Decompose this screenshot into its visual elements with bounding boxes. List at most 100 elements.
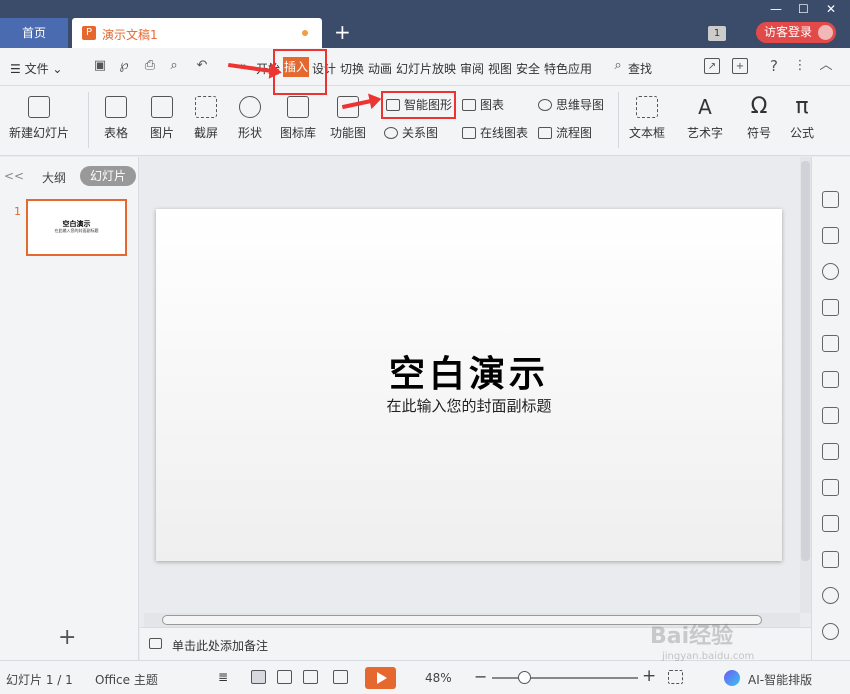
share-icon[interactable] — [822, 407, 839, 424]
symbol-label: 符号 — [746, 126, 771, 140]
picture-label: 图片 — [149, 126, 174, 140]
print-icon[interactable]: ⎙ — [142, 58, 158, 74]
highlight-smart-art — [381, 91, 456, 119]
tab-animation[interactable]: 动画 — [368, 60, 392, 77]
share-icon[interactable]: ↗ — [704, 58, 720, 74]
tab-special[interactable]: 特色应用 — [544, 60, 592, 77]
flow-chart-label: 流程图 — [556, 126, 593, 140]
help-icon[interactable]: ? — [766, 58, 782, 74]
zoom-slider[interactable] — [492, 677, 638, 679]
picture-button[interactable]: 图片 — [142, 96, 182, 141]
slide-sorter-icon[interactable] — [277, 670, 292, 684]
search-icon[interactable]: ⌕ — [610, 58, 626, 74]
history-icon[interactable] — [822, 587, 839, 604]
omega-icon: Ω — [750, 94, 768, 119]
ai-layout-button[interactable]: AI-智能排版 — [748, 671, 812, 688]
online-chart-button[interactable]: 在线图表 — [462, 124, 528, 141]
zoom-level[interactable]: 48% — [425, 671, 452, 685]
tab-document[interactable]: P 演示文稿1 — [72, 18, 322, 48]
outline-tab[interactable]: 大纲 — [42, 169, 66, 186]
more-options-icon[interactable]: ⋮ — [792, 58, 808, 74]
notes-placeholder[interactable]: 单击此处添加备注 — [172, 637, 268, 654]
presenter-icon[interactable] — [333, 670, 348, 684]
guest-login-button[interactable]: 访客登录 — [756, 22, 836, 43]
screenshot-button[interactable]: 截屏 — [186, 96, 226, 141]
play-slideshow-button[interactable] — [365, 667, 396, 689]
add-slide-button[interactable]: + — [58, 625, 76, 650]
text-style-icon[interactable] — [822, 299, 839, 316]
chart-button[interactable]: 图表 — [462, 96, 504, 113]
textbox-button[interactable]: 文本框 — [626, 96, 668, 141]
slide-title[interactable]: 空白演示 — [156, 345, 782, 397]
undo-icon[interactable]: ↶ — [194, 58, 210, 74]
tab-home[interactable]: 首页 — [0, 18, 68, 48]
baidu-watermark-url: jingyan.baidu.com — [662, 651, 755, 662]
table-button[interactable]: 表格 — [96, 96, 136, 141]
function-chart-label: 功能图 — [329, 126, 366, 140]
notes-toggle-icon[interactable]: ≣ — [218, 670, 233, 684]
audio-icon[interactable] — [822, 515, 839, 532]
copy-icon[interactable] — [822, 227, 839, 244]
wordart-label: 艺术字 — [686, 126, 723, 140]
new-tab-button[interactable]: + — [334, 20, 351, 44]
new-slide-button[interactable]: 新建幻灯片 — [6, 96, 72, 141]
relation-chart-button[interactable]: 关系图 — [384, 124, 438, 141]
wordart-button[interactable]: A 艺术字 — [684, 96, 726, 141]
mind-map-button[interactable]: 思维导图 — [538, 96, 604, 113]
presentation-icon: P — [82, 26, 96, 40]
symbol-button[interactable]: Ω 符号 — [740, 96, 778, 141]
zoom-out-button[interactable]: − — [474, 667, 487, 686]
reading-view-icon[interactable] — [303, 670, 318, 684]
file-menu[interactable]: ☰ 文件 ⌄ — [10, 60, 62, 77]
new-slide-icon — [28, 96, 50, 118]
baidu-watermark: Bai经验 — [650, 624, 734, 649]
collapse-panel-icon[interactable]: << — [4, 169, 24, 183]
vertical-scroll-thumb[interactable] — [801, 161, 810, 561]
tab-transition[interactable]: 切换 — [340, 60, 364, 77]
close-button[interactable]: ✕ — [826, 2, 836, 16]
add-comment-icon[interactable]: + — [732, 58, 748, 74]
shield-icon[interactable] — [822, 551, 839, 568]
vertical-scrollbar[interactable] — [800, 157, 811, 613]
icon-library-icon — [287, 96, 309, 118]
fit-window-icon[interactable] — [668, 670, 683, 684]
tab-review[interactable]: 审阅 — [460, 60, 484, 77]
icon-library-button[interactable]: 图标库 — [276, 96, 320, 141]
minimize-button[interactable]: — — [770, 2, 782, 16]
new-slide-label: 新建幻灯片 — [8, 126, 69, 140]
ribbon-divider — [88, 92, 89, 148]
tab-slideshow[interactable]: 幻灯片放映 — [396, 60, 456, 77]
tab-view[interactable]: 视图 — [488, 60, 512, 77]
format-painter-icon[interactable]: ℘ — [116, 58, 132, 74]
icon-library-label: 图标库 — [279, 126, 316, 140]
archive-icon[interactable] — [822, 443, 839, 460]
zoom-in-button[interactable]: + — [642, 666, 656, 686]
shape-icon[interactable] — [822, 263, 839, 280]
thumbnail-subtitle: 在此输入您的封面副标题 — [54, 228, 99, 233]
slide[interactable]: 空白演示 在此输入您的封面副标题 — [156, 209, 782, 561]
print-preview-icon[interactable]: ⌕ — [166, 58, 182, 74]
theme-name[interactable]: Office 主题 — [95, 671, 158, 688]
slide-subtitle[interactable]: 在此输入您的封面副标题 — [156, 395, 782, 416]
star-icon[interactable] — [822, 191, 839, 208]
formula-button[interactable]: π 公式 — [784, 96, 820, 141]
zoom-slider-handle[interactable] — [518, 671, 531, 684]
maximize-button[interactable]: ☐ — [798, 2, 809, 16]
save-icon[interactable]: ▣ — [92, 58, 108, 74]
shape-button[interactable]: 形状 — [230, 96, 270, 141]
settings-icon[interactable] — [822, 335, 839, 352]
slide-thumbnail[interactable]: 空白演示 在此输入您的封面副标题 — [26, 199, 127, 256]
search-label[interactable]: 查找 — [628, 60, 652, 77]
screenshot-icon — [195, 96, 217, 118]
tab-security[interactable]: 安全 — [516, 60, 540, 77]
relation-chart-label: 关系图 — [402, 126, 439, 140]
screenshot-label: 截屏 — [193, 126, 218, 140]
flow-chart-button[interactable]: 流程图 — [538, 124, 592, 141]
window-count-badge[interactable]: 1 — [708, 26, 726, 41]
image-gallery-icon[interactable] — [822, 371, 839, 388]
collapse-ribbon-icon[interactable]: ︿ — [818, 58, 834, 74]
normal-view-icon[interactable] — [251, 670, 266, 684]
help-icon[interactable] — [822, 623, 839, 640]
slides-tab[interactable]: 幻灯片 — [80, 166, 136, 186]
picture-icon[interactable] — [822, 479, 839, 496]
